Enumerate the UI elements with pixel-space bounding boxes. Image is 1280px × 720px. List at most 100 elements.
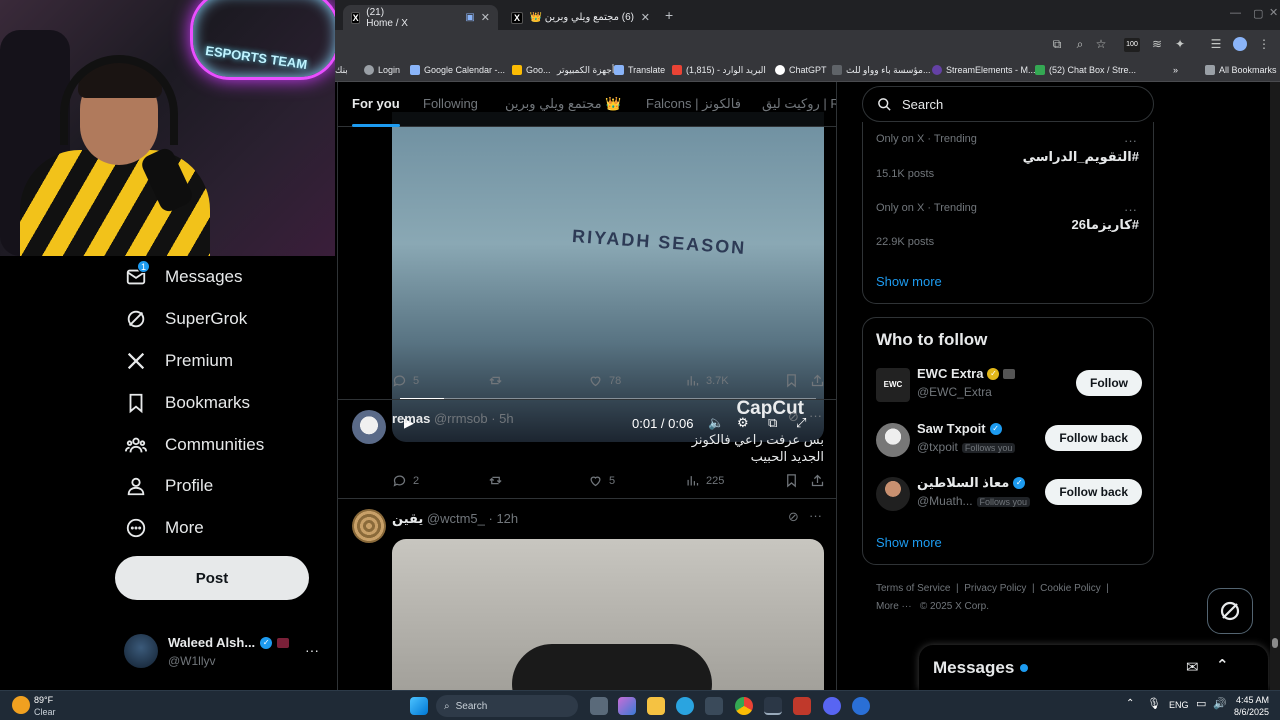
reading-list-icon[interactable]: ☰ (1209, 37, 1223, 51)
zoom-icon[interactable]: ⌕ (1073, 37, 1087, 51)
tab-falcons[interactable]: Falcons | فالكونز (646, 96, 741, 112)
install-app-icon[interactable]: ⧉ (1050, 37, 1064, 51)
bookmark-button[interactable] (784, 473, 799, 488)
bookmark-item[interactable]: البريد الوارد - (1,815) (672, 62, 766, 78)
like-button[interactable]: 78 (588, 373, 621, 388)
nav-messages[interactable]: 1 Messages (125, 260, 242, 293)
nav-bookmarks[interactable]: Bookmarks (125, 387, 250, 419)
reply-button[interactable]: 2 (392, 473, 419, 488)
post-button[interactable]: Post (115, 556, 309, 600)
bookmark-item[interactable]: Goo... (512, 62, 551, 78)
tweet-image[interactable] (392, 539, 824, 690)
weather-temp[interactable]: 89°F (34, 695, 53, 705)
bookmark-item[interactable]: بنك (335, 62, 348, 78)
messages-drawer[interactable]: Messages ✉ ⌃ (919, 645, 1268, 690)
bookmark-item[interactable]: Translate (614, 62, 665, 78)
share-button[interactable] (810, 373, 825, 388)
trend-menu-icon[interactable]: ··· (1124, 202, 1137, 217)
discord-icon[interactable] (823, 697, 841, 715)
grok-floating-button[interactable] (1207, 588, 1253, 634)
video-player[interactable]: RIYADH SEASON CapCut ▶ 0:01 / 0:06 🔈 ⚙ ⧉… (392, 112, 824, 442)
chrome-icon[interactable] (735, 697, 753, 715)
clock-time[interactable]: 4:45 AM (1236, 695, 1269, 705)
follow-suggestion[interactable]: معاذ السلاطين ✓ @Muath... Follows you Foll… (876, 475, 1142, 515)
grok-icon[interactable]: ⊘ (788, 409, 799, 425)
cookie-link[interactable]: Cookie Policy (1040, 583, 1101, 594)
repost-button[interactable] (488, 373, 509, 388)
bookmarks-overflow-icon[interactable]: » (1173, 62, 1178, 78)
account-switcher[interactable]: Waleed Alsh... ✓ @W1llyv ··· (122, 630, 322, 674)
close-tab-icon[interactable]: ✕ (481, 11, 490, 24)
profile-avatar-icon[interactable] (1233, 37, 1247, 51)
taskbar-search[interactable]: ⌕ Search (436, 695, 578, 717)
bookmark-item[interactable]: Google Calendar -... (410, 62, 505, 78)
trend-name[interactable]: #كاريزما26 (1071, 217, 1139, 233)
microphone-icon[interactable]: 🎙 (1147, 697, 1161, 710)
minimize-icon[interactable]: — (1230, 7, 1241, 19)
app-icon[interactable] (852, 697, 870, 715)
account-menu-icon[interactable]: ··· (305, 642, 319, 658)
privacy-link[interactable]: Privacy Policy (964, 583, 1026, 594)
expand-drawer-icon[interactable]: ⌃ (1216, 656, 1229, 674)
browser-tab-community[interactable]: X (6) مجتمع ويلي وبرين 👑 / X ✕ (503, 5, 658, 30)
reply-button[interactable]: 5 (392, 373, 419, 388)
tab-for-you[interactable]: For you (352, 96, 400, 127)
clock-date[interactable]: 8/6/2025 (1234, 707, 1269, 717)
grok-icon[interactable]: ⊘ (788, 509, 799, 525)
nav-supergrok[interactable]: SuperGrok (125, 303, 247, 335)
all-bookmarks[interactable]: All Bookmarks (1205, 62, 1277, 78)
windows-start-icon[interactable] (410, 697, 428, 715)
page-scrollbar[interactable] (1270, 82, 1280, 690)
bookmark-item[interactable]: ChatGPT (775, 62, 827, 78)
extension-badge[interactable]: 100 (1124, 38, 1140, 52)
close-tab-icon[interactable]: ✕ (641, 11, 650, 24)
follow-back-button[interactable]: Follow back (1045, 479, 1142, 505)
terms-link[interactable]: Terms of Service (876, 583, 950, 594)
tab-following[interactable]: Following (423, 96, 478, 111)
footer-more-link[interactable]: More ··· (876, 601, 912, 612)
store-icon[interactable] (705, 697, 723, 715)
tray-overflow-icon[interactable]: ⌃ (1126, 698, 1134, 709)
input-language[interactable]: ENG (1169, 700, 1189, 710)
views-button[interactable]: 3.7K (685, 373, 729, 388)
bookmark-item[interactable]: أجهزة الكمبيوتر (557, 62, 614, 78)
nav-profile[interactable]: Profile (125, 470, 213, 502)
task-view-icon[interactable] (590, 697, 608, 715)
nav-communities[interactable]: Communities (125, 429, 264, 461)
like-button[interactable]: 5 (588, 473, 615, 488)
tab-community-willy[interactable]: مجتمع ويلي وبرين 👑 (505, 96, 621, 112)
tweet-remas[interactable]: remas @rrmsob · 5h ⊘ ··· بس عرفت راعي فا… (338, 399, 836, 499)
scrollbar-thumb[interactable] (1272, 638, 1278, 648)
bookmark-button[interactable] (784, 373, 799, 388)
network-icon[interactable]: ▭ (1196, 697, 1206, 710)
copilot-icon[interactable] (618, 697, 636, 715)
trend-menu-icon[interactable]: ··· (1124, 133, 1137, 148)
weather-moon-icon[interactable] (12, 696, 30, 714)
puzzle-icon[interactable]: ✦ (1173, 37, 1187, 51)
trends-show-more[interactable]: Show more (876, 274, 942, 289)
views-button[interactable]: 225 (685, 473, 724, 488)
volume-icon[interactable]: 🔊 (1213, 697, 1227, 710)
file-explorer-icon[interactable] (647, 697, 665, 715)
browser-tab-home[interactable]: X (21) Home / X ▣ ✕ (343, 5, 498, 30)
close-window-icon[interactable]: ✕ (1269, 6, 1278, 19)
new-tab-button[interactable]: + (665, 7, 673, 23)
kebab-menu-icon[interactable]: ⋮ (1257, 37, 1271, 51)
trend-name[interactable]: #التقويم_الدراسي (1023, 149, 1139, 165)
who-to-follow-show-more[interactable]: Show more (876, 535, 942, 550)
follow-suggestion[interactable]: Saw Txpoit ✓ @txpoit Follows you Follow ba… (876, 421, 1142, 461)
nav-more[interactable]: More (125, 512, 204, 544)
follow-back-button[interactable]: Follow back (1045, 425, 1142, 451)
repost-button[interactable] (488, 473, 503, 488)
tweet-menu-icon[interactable]: ··· (809, 508, 822, 523)
nav-premium[interactable]: Premium (125, 345, 233, 377)
search-box[interactable]: Search (862, 86, 1154, 122)
bookmark-item[interactable]: (52) Chat Box / Stre... (1035, 62, 1136, 78)
bookmark-item[interactable]: Login (364, 62, 400, 78)
app-icon[interactable] (793, 697, 811, 715)
follow-button[interactable]: Follow (1076, 370, 1142, 396)
edge-icon[interactable] (676, 697, 694, 715)
share-button[interactable] (810, 473, 825, 488)
maximize-icon[interactable]: ▢ (1253, 7, 1263, 20)
follow-suggestion[interactable]: EWC EWC Extra ✓ @EWC_Extra Follow (876, 366, 1142, 406)
